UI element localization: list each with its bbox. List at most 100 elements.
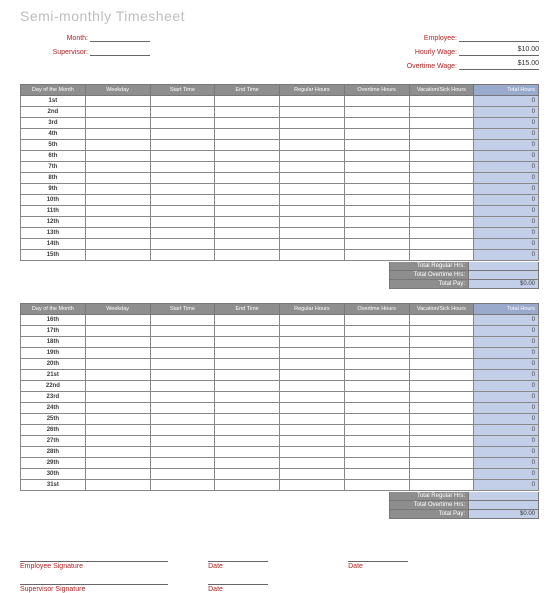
input-cell[interactable]	[280, 195, 345, 206]
input-cell[interactable]	[344, 162, 409, 173]
input-cell[interactable]	[150, 381, 215, 392]
input-cell[interactable]	[409, 348, 474, 359]
input-cell[interactable]	[344, 228, 409, 239]
input-cell[interactable]	[409, 96, 474, 107]
input-cell[interactable]	[215, 480, 280, 491]
input-cell[interactable]	[409, 337, 474, 348]
input-cell[interactable]	[280, 469, 345, 480]
input-cell[interactable]	[280, 250, 345, 261]
input-cell[interactable]	[280, 359, 345, 370]
input-cell[interactable]	[409, 184, 474, 195]
input-cell[interactable]	[280, 206, 345, 217]
input-cell[interactable]	[215, 469, 280, 480]
input-cell[interactable]	[409, 414, 474, 425]
input-cell[interactable]	[150, 403, 215, 414]
input-cell[interactable]	[280, 425, 345, 436]
input-cell[interactable]	[280, 436, 345, 447]
input-cell[interactable]	[85, 348, 150, 359]
input-cell[interactable]	[409, 480, 474, 491]
input-cell[interactable]	[409, 381, 474, 392]
input-cell[interactable]	[280, 447, 345, 458]
input-cell[interactable]	[280, 140, 345, 151]
input-cell[interactable]	[215, 447, 280, 458]
input-cell[interactable]	[280, 480, 345, 491]
input-cell[interactable]	[85, 414, 150, 425]
input-cell[interactable]	[215, 392, 280, 403]
input-cell[interactable]	[85, 118, 150, 129]
input-cell[interactable]	[215, 184, 280, 195]
input-cell[interactable]	[409, 162, 474, 173]
input-cell[interactable]	[215, 206, 280, 217]
input-cell[interactable]	[150, 315, 215, 326]
input-cell[interactable]	[150, 162, 215, 173]
input-cell[interactable]	[344, 359, 409, 370]
input-cell[interactable]	[409, 403, 474, 414]
input-cell[interactable]	[280, 151, 345, 162]
input-cell[interactable]	[344, 425, 409, 436]
input-cell[interactable]	[344, 480, 409, 491]
input-cell[interactable]	[344, 239, 409, 250]
input-cell[interactable]	[150, 359, 215, 370]
input-cell[interactable]	[344, 326, 409, 337]
input-cell[interactable]	[280, 392, 345, 403]
input-cell[interactable]	[344, 151, 409, 162]
input-cell[interactable]	[409, 326, 474, 337]
input-cell[interactable]	[409, 195, 474, 206]
input-cell[interactable]	[215, 195, 280, 206]
input-cell[interactable]	[409, 217, 474, 228]
input-cell[interactable]	[150, 184, 215, 195]
input-cell[interactable]	[215, 217, 280, 228]
input-cell[interactable]	[215, 337, 280, 348]
input-cell[interactable]	[344, 129, 409, 140]
input-cell[interactable]	[215, 239, 280, 250]
input-cell[interactable]	[280, 458, 345, 469]
input-cell[interactable]	[280, 414, 345, 425]
input-cell[interactable]	[280, 326, 345, 337]
input-cell[interactable]	[85, 250, 150, 261]
input-cell[interactable]	[85, 458, 150, 469]
input-cell[interactable]	[280, 217, 345, 228]
input-cell[interactable]	[215, 458, 280, 469]
input-cell[interactable]	[409, 436, 474, 447]
input-cell[interactable]	[280, 118, 345, 129]
input-cell[interactable]	[150, 129, 215, 140]
input-cell[interactable]	[409, 107, 474, 118]
input-cell[interactable]	[409, 458, 474, 469]
input-cell[interactable]	[150, 228, 215, 239]
input-cell[interactable]	[344, 458, 409, 469]
input-cell[interactable]	[85, 107, 150, 118]
input-cell[interactable]	[344, 370, 409, 381]
input-cell[interactable]	[215, 250, 280, 261]
input-cell[interactable]	[150, 348, 215, 359]
input-cell[interactable]	[409, 228, 474, 239]
input-cell[interactable]	[85, 96, 150, 107]
input-cell[interactable]	[280, 184, 345, 195]
input-cell[interactable]	[150, 392, 215, 403]
input-cell[interactable]	[280, 337, 345, 348]
input-cell[interactable]	[85, 381, 150, 392]
input-cell[interactable]	[85, 140, 150, 151]
input-cell[interactable]	[409, 206, 474, 217]
input-cell[interactable]	[344, 436, 409, 447]
input-cell[interactable]	[344, 392, 409, 403]
input-cell[interactable]	[215, 436, 280, 447]
input-cell[interactable]	[344, 173, 409, 184]
input-cell[interactable]	[280, 239, 345, 250]
input-cell[interactable]	[150, 239, 215, 250]
input-cell[interactable]	[280, 96, 345, 107]
input-cell[interactable]	[85, 359, 150, 370]
input-cell[interactable]	[85, 184, 150, 195]
input-cell[interactable]	[215, 370, 280, 381]
input-cell[interactable]	[85, 392, 150, 403]
input-cell[interactable]	[215, 162, 280, 173]
input-cell[interactable]	[280, 162, 345, 173]
input-cell[interactable]	[280, 228, 345, 239]
input-cell[interactable]	[344, 403, 409, 414]
input-cell[interactable]	[150, 206, 215, 217]
input-cell[interactable]	[280, 107, 345, 118]
input-cell[interactable]	[85, 173, 150, 184]
input-cell[interactable]	[215, 403, 280, 414]
input-cell[interactable]	[150, 96, 215, 107]
input-cell[interactable]	[344, 337, 409, 348]
input-cell[interactable]	[344, 250, 409, 261]
